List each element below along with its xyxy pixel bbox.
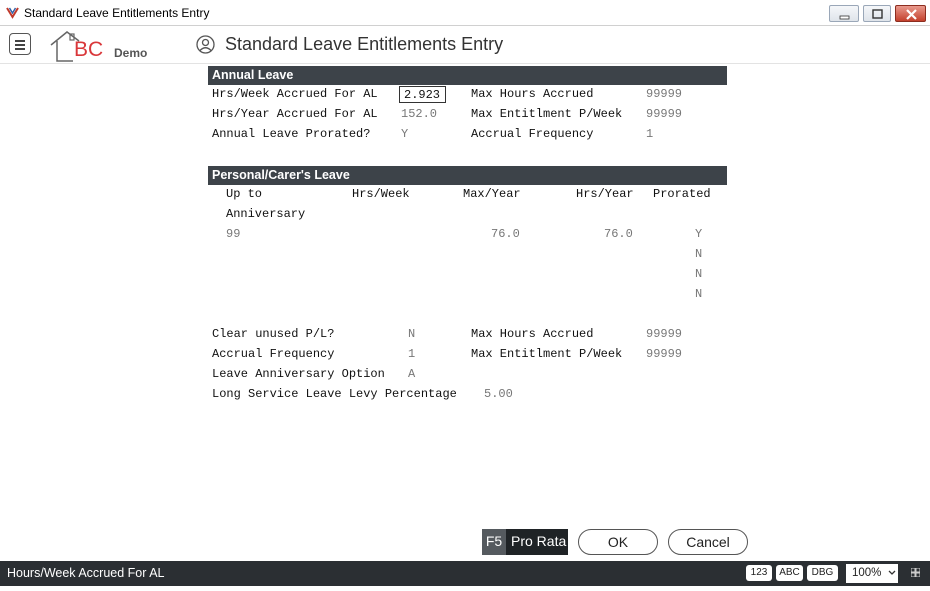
pro-rata-label: Pro Rata xyxy=(511,533,567,549)
annual-leave-prorated-field[interactable]: Y xyxy=(401,127,408,141)
hrs-year-accrued-field[interactable]: 152.0 xyxy=(401,107,437,121)
company-name: Demo xyxy=(114,46,148,60)
col-header-upto: Up to xyxy=(226,187,263,201)
grid-icon[interactable] xyxy=(911,568,920,577)
zoom-dropdown[interactable]: 100% xyxy=(846,564,898,583)
chip-dbg-button[interactable]: DBG xyxy=(807,565,838,581)
anniversary-option-field[interactable]: A xyxy=(408,367,415,381)
window-bottom-edge xyxy=(0,586,930,591)
col-header-prorated: Prorated xyxy=(653,187,711,201)
chip-123-button[interactable]: 123 xyxy=(746,565,772,581)
lsl-levy-field[interactable]: 5.00 xyxy=(484,387,513,401)
col-header-hrs-week: Hrs/Week xyxy=(352,187,410,201)
max-hours-accrued-label: Max Hours Accrued xyxy=(471,87,594,101)
zoom-value: 100% xyxy=(852,567,882,579)
row2-prorated-field[interactable]: N xyxy=(695,247,702,261)
col-header-max-year: Max/Year xyxy=(463,187,521,201)
window-title: Standard Leave Entitlements Entry xyxy=(24,6,210,20)
row1-prorated-field[interactable]: Y xyxy=(695,227,702,241)
close-button[interactable] xyxy=(895,5,926,22)
row1-max-year-field[interactable]: 76.0 xyxy=(491,227,520,241)
pl-max-hours-label: Max Hours Accrued xyxy=(471,327,594,341)
hrs-week-accrued-value[interactable]: 2.923 xyxy=(404,88,440,102)
maximize-button[interactable] xyxy=(863,5,891,22)
pl-accrual-frequency-field[interactable]: 1 xyxy=(408,347,415,361)
status-message: Hours/Week Accrued For AL xyxy=(7,566,165,580)
annual-leave-heading: Annual Leave xyxy=(208,66,727,85)
close-icon xyxy=(906,9,917,20)
max-entitlement-field[interactable]: 99999 xyxy=(646,107,682,121)
personal-leave-heading: Personal/Carer's Leave xyxy=(208,166,727,185)
accrual-frequency-label: Accrual Frequency xyxy=(471,127,594,141)
minimize-icon xyxy=(839,15,850,20)
row1-upto-field[interactable]: 99 xyxy=(226,227,240,241)
chip-abc-button[interactable]: ABC xyxy=(776,565,803,581)
anniversary-option-label: Leave Anniversary Option xyxy=(212,367,385,381)
pl-max-entitlement-label: Max Entitlment P/Week xyxy=(471,347,623,361)
minimize-button[interactable] xyxy=(829,5,859,22)
cancel-button[interactable]: Cancel xyxy=(668,529,748,555)
clear-unused-field[interactable]: N xyxy=(408,327,415,341)
max-hours-accrued-field[interactable]: 99999 xyxy=(646,87,682,101)
accrual-frequency-field[interactable]: 1 xyxy=(646,127,653,141)
app-logo-icon xyxy=(6,7,19,19)
row4-prorated-field[interactable]: N xyxy=(695,287,702,301)
user-icon[interactable] xyxy=(196,35,215,54)
app-header: BC Demo Standard Leave Entitlements Entr… xyxy=(0,26,930,64)
hamburger-menu-button[interactable] xyxy=(9,33,31,55)
col-header-hrs-year: Hrs/Year xyxy=(576,187,634,201)
hrs-week-accrued-label: Hrs/Week Accrued For AL xyxy=(212,87,378,101)
hrs-year-accrued-label: Hrs/Year Accrued For AL xyxy=(212,107,378,121)
status-bar: Hours/Week Accrued For AL 123 ABC DBG 10… xyxy=(0,561,930,586)
logo-text: BC xyxy=(74,38,104,61)
pl-max-hours-field[interactable]: 99999 xyxy=(646,327,682,341)
max-entitlement-label: Max Entitlment P/Week xyxy=(471,107,623,121)
f5-key-badge: F5 xyxy=(482,529,506,555)
page-title: Standard Leave Entitlements Entry xyxy=(225,34,504,54)
chevron-down-icon xyxy=(888,570,896,575)
pl-max-entitlement-field[interactable]: 99999 xyxy=(646,347,682,361)
hrs-week-accrued-field[interactable]: 2.923 xyxy=(399,86,446,103)
window-titlebar: Standard Leave Entitlements Entry xyxy=(0,0,930,26)
pl-accrual-frequency-label: Accrual Frequency xyxy=(212,347,335,361)
row3-prorated-field[interactable]: N xyxy=(695,267,702,281)
lsl-levy-label: Long Service Leave Levy Percentage xyxy=(212,387,457,401)
row1-hrs-year-field[interactable]: 76.0 xyxy=(604,227,633,241)
clear-unused-label: Clear unused P/L? xyxy=(212,327,335,341)
annual-leave-prorated-label: Annual Leave Prorated? xyxy=(212,127,371,141)
ok-button[interactable]: OK xyxy=(578,529,658,555)
pro-rata-button[interactable]: F5 Pro Rata xyxy=(482,529,568,555)
col-header-anniversary: Anniversary xyxy=(226,207,306,221)
maximize-icon xyxy=(872,9,883,19)
